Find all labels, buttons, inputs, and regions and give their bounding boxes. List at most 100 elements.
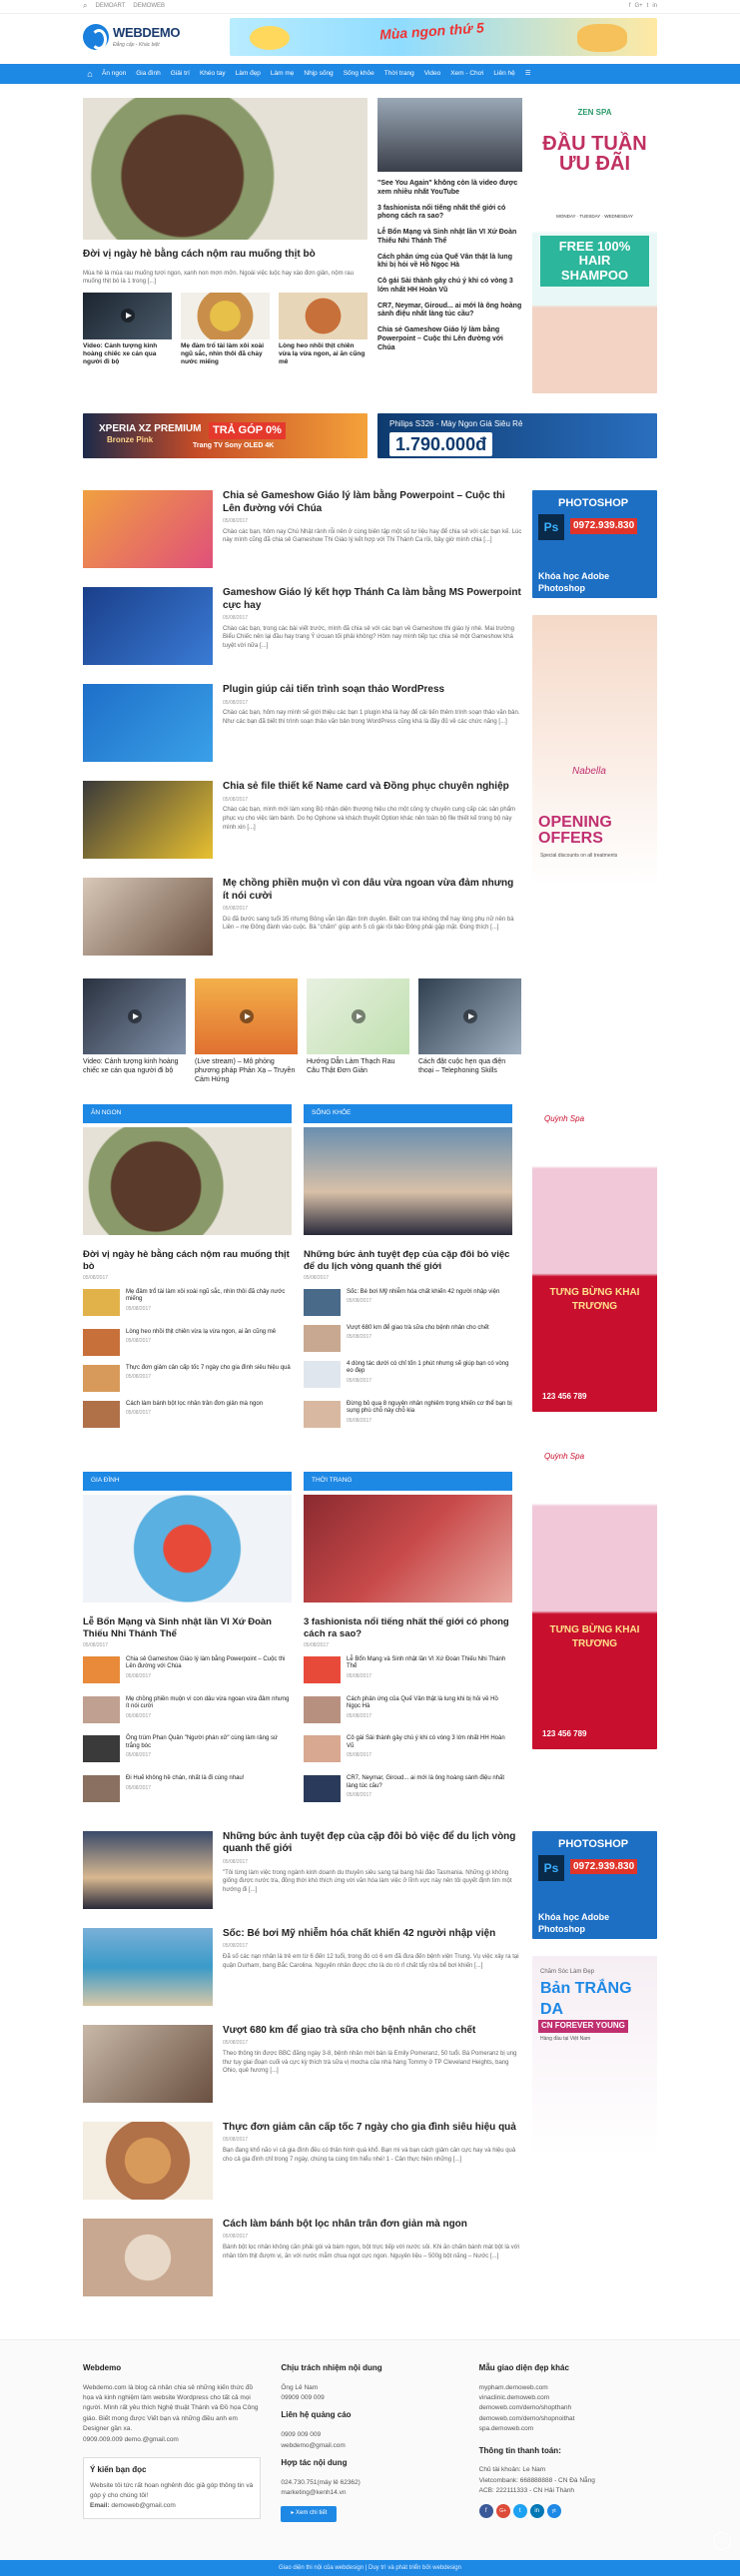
article-item[interactable]: Mẹ chồng phiền muộn vì con dâu vừa ngoan…: [83, 878, 522, 956]
category-item-title[interactable]: Cách làm bánh bột lọc nhân trân đơn giản…: [126, 1401, 263, 1409]
header-banner[interactable]: Mùa ngon thứ 5: [230, 17, 657, 56]
article-item[interactable]: Vượt 680 km để giao trà sữa cho bệnh nhâ…: [83, 2024, 522, 2103]
category-item-thumb[interactable]: [304, 1735, 341, 1763]
nav-thoi-trang[interactable]: Thời trang: [379, 64, 419, 84]
category-item[interactable]: Chia sẻ Gameshow Giáo lý làm bằng Powerp…: [83, 1655, 292, 1687]
category-header[interactable]: ĂN NGON: [83, 1104, 292, 1124]
category-item-thumb[interactable]: [83, 1655, 120, 1683]
article-title[interactable]: Gameshow Giáo lý kết hợp Thánh Ca làm bằ…: [223, 587, 522, 612]
footer-link[interactable]: mypham.demoweb.com: [479, 2383, 657, 2393]
category-lead-title[interactable]: Lễ Bổn Mạng và Sinh nhật lần VI Xứ Đoàn …: [83, 1616, 292, 1640]
video-item[interactable]: Hướng Dẫn Làm Thạch Rau Câu Thật Đơn Giả…: [307, 978, 409, 1084]
right-list-item[interactable]: Lễ Bổn Mạng và Sinh nhật lần VI Xứ Đoàn …: [377, 229, 522, 247]
twitter-icon[interactable]: t: [647, 2, 649, 10]
category-lead-image[interactable]: [83, 1127, 292, 1236]
article-thumb[interactable]: [83, 490, 213, 568]
category-item-title[interactable]: Ông trùm Phan Quân "Người phán xử" cùng …: [126, 1735, 292, 1750]
article-title[interactable]: Thực đơn giảm cân cấp tốc 7 ngày cho gia…: [223, 2122, 522, 2135]
nav-kheo-tay[interactable]: Khéo tay: [195, 64, 231, 84]
category-item-thumb[interactable]: [304, 1655, 341, 1683]
right-list-item[interactable]: 3 fashionista nổi tiếng nhất thế giới có…: [377, 205, 522, 223]
video-item[interactable]: (Live stream) – Mô phỏng phương pháp Phả…: [195, 978, 298, 1084]
category-item-title[interactable]: Đừng bỏ qua 8 nguyên nhân nghiêm trọng k…: [347, 1401, 512, 1416]
category-item[interactable]: 4 dòng tác dưới có chỉ tốn 1 phút nhưng …: [304, 1360, 512, 1392]
top-link-demoart[interactable]: DEMOART: [95, 2, 125, 10]
site-logo[interactable]: WEBDEMO Đẳng cấp - Khác biệt: [83, 23, 223, 50]
linkedin-icon[interactable]: in: [652, 2, 657, 10]
category-lead-title[interactable]: Đời vị ngày hè bằng cách nộm rau muống t…: [83, 1249, 292, 1273]
feedback-email[interactable]: demoweb@gmail.com: [111, 2502, 175, 2509]
footer-link[interactable]: demoweb.com/demo/shopnoithat: [479, 2414, 657, 2424]
category-item-thumb[interactable]: [304, 1360, 341, 1388]
category-item-thumb[interactable]: [304, 1400, 341, 1428]
category-item-title[interactable]: Mẹ chồng phiền muộn vì con dâu vừa ngoan…: [126, 1696, 292, 1711]
article-title[interactable]: Chia sẻ Gameshow Giáo lý làm bằng Powerp…: [223, 490, 522, 515]
linkedin-icon[interactable]: in: [529, 2504, 544, 2519]
category-item-title[interactable]: Chia sẻ Gameshow Giáo lý làm bằng Powerp…: [126, 1656, 292, 1671]
article-item[interactable]: Chia sẻ file thiết kế Name card và Đồng …: [83, 781, 522, 859]
category-item[interactable]: Cách làm bánh bột lọc nhân trân đơn giản…: [83, 1400, 292, 1428]
video-thumb[interactable]: [195, 978, 298, 1054]
video-title[interactable]: Cách đặt cuộc hẹn qua điện thoại – Telep…: [418, 1058, 521, 1076]
category-item-title[interactable]: Cách phản ứng của Quế Vân thật là lung k…: [347, 1696, 512, 1711]
google-plus-icon[interactable]: G+: [634, 2, 642, 10]
article-title[interactable]: Những bức ảnh tuyệt đẹp của cặp đôi bỏ v…: [223, 1831, 522, 1856]
category-item-thumb[interactable]: [304, 1775, 341, 1802]
article-title[interactable]: Plugin giúp cải tiến trình soạn thảo Wor…: [223, 684, 522, 697]
category-item[interactable]: Vượt 680 km để giao trà sữa cho bệnh nhâ…: [304, 1324, 512, 1352]
article-thumb[interactable]: [83, 781, 213, 859]
category-item[interactable]: Thực đơn giảm cân cấp tốc 7 ngày cho gia…: [83, 1364, 292, 1392]
nav-song-khoe[interactable]: Sống khỏe: [339, 64, 379, 84]
facebook-icon[interactable]: f: [478, 2504, 493, 2519]
facebook-icon[interactable]: f: [629, 2, 631, 10]
category-header[interactable]: THỜI TRANG: [304, 1472, 512, 1492]
nav-giai-tri[interactable]: Giải trí: [166, 64, 195, 84]
featured-title[interactable]: Đời vị ngày hè bằng cách nộm rau muống t…: [83, 249, 368, 262]
footer-link[interactable]: spa.demoweb.com: [479, 2424, 657, 2434]
video-item[interactable]: Video: Cảnh tượng kinh hoàng chiếc xe cá…: [83, 978, 186, 1084]
right-list-item[interactable]: "See You Again" không còn là video được …: [377, 180, 522, 198]
footer-link[interactable]: vinaclinic.demoweb.com: [479, 2393, 657, 2403]
ad-banner-xperia[interactable]: XPERIA XZ PREMIUM Bronze Pink TRẢ GÓP 0%…: [83, 413, 368, 458]
category-item-title[interactable]: Cô gái Sài thành gây chú ý khi có vòng 3…: [347, 1735, 512, 1750]
article-thumb[interactable]: [83, 1830, 213, 1909]
category-item-thumb[interactable]: [304, 1288, 341, 1316]
featured-small-title[interactable]: Lòng heo nhồi thịt chiên vừa lạ vừa ngon…: [279, 342, 368, 366]
category-item[interactable]: Cô gái Sài thành gây chú ý khi có vòng 3…: [304, 1735, 512, 1766]
nav-an-ngon[interactable]: Ăn ngon: [97, 64, 131, 84]
article-item[interactable]: Thực đơn giảm cân cấp tốc 7 ngày cho gia…: [83, 2121, 522, 2200]
category-item-title[interactable]: Thực đơn giảm cân cấp tốc 7 ngày cho gia…: [126, 1365, 291, 1373]
featured-small-item[interactable]: Video: Cảnh tượng kinh hoàng chiếc xe cá…: [83, 292, 172, 366]
category-item-thumb[interactable]: [83, 1735, 120, 1763]
category-item-thumb[interactable]: [83, 1775, 120, 1802]
home-icon[interactable]: ⌂: [83, 64, 97, 84]
food-thumb[interactable]: [181, 292, 270, 339]
view-detail-button[interactable]: ▸ Xem chi tiết: [281, 2506, 338, 2523]
category-item-title[interactable]: Vượt 680 km để giao trà sữa cho bệnh nhâ…: [347, 1325, 489, 1333]
article-item[interactable]: Plugin giúp cải tiến trình soạn thảo Wor…: [83, 684, 522, 762]
nav-nhip-song[interactable]: Nhịp sống: [299, 64, 338, 84]
category-item[interactable]: Đi Huế không hề chán, nhất là đi cùng nh…: [83, 1775, 292, 1802]
article-item[interactable]: Sốc: Bé bơi Mỹ nhiễm hóa chất khiến 42 n…: [83, 1927, 522, 2006]
menu-icon[interactable]: ☰: [520, 64, 536, 84]
search-icon[interactable]: ⌕: [83, 1, 87, 12]
article-thumb[interactable]: [83, 878, 213, 956]
side-ad-photoshop[interactable]: PHOTOSHOP Ps 0972.939.830 Khóa học Adobe…: [532, 490, 657, 598]
article-thumb[interactable]: [83, 587, 213, 665]
featured-right-image[interactable]: [377, 98, 522, 172]
category-item-thumb[interactable]: [304, 1695, 341, 1723]
category-item-title[interactable]: 4 dòng tác dưới có chỉ tốn 1 phút nhưng …: [347, 1361, 512, 1376]
article-item[interactable]: Những bức ảnh tuyệt đẹp của cặp đôi bỏ v…: [83, 1830, 522, 1909]
article-thumb[interactable]: [83, 2024, 213, 2103]
category-item[interactable]: Cách phản ứng của Quế Vân thật là lung k…: [304, 1695, 512, 1727]
video-title[interactable]: Video: Cảnh tượng kinh hoàng chiếc xe cá…: [83, 1058, 186, 1076]
article-thumb[interactable]: [83, 2218, 213, 2296]
ad-banner-philips[interactable]: Philips S326 - Mày Ngon Giá Siêu Rẻ 1.79…: [377, 413, 657, 458]
video-thumb[interactable]: [83, 292, 172, 339]
side-ad-spa-opening[interactable]: Quỳnh Spa TƯNG BỪNG KHAI TRƯƠNG 123 456 …: [532, 1104, 657, 1413]
footer-coop-email[interactable]: marketing@kenh14.vn: [281, 2488, 458, 2498]
category-item[interactable]: Sốc: Bé bơi Mỹ nhiễm hóa chất khiến 42 n…: [304, 1288, 512, 1316]
side-ad-nabella[interactable]: Nabella OPENING OFFERS Special discounts…: [532, 615, 657, 885]
back-to-top-button[interactable]: ⌃: [713, 2532, 731, 2550]
article-title[interactable]: Cách làm bánh bột lọc nhân trân đơn giản…: [223, 2219, 522, 2232]
